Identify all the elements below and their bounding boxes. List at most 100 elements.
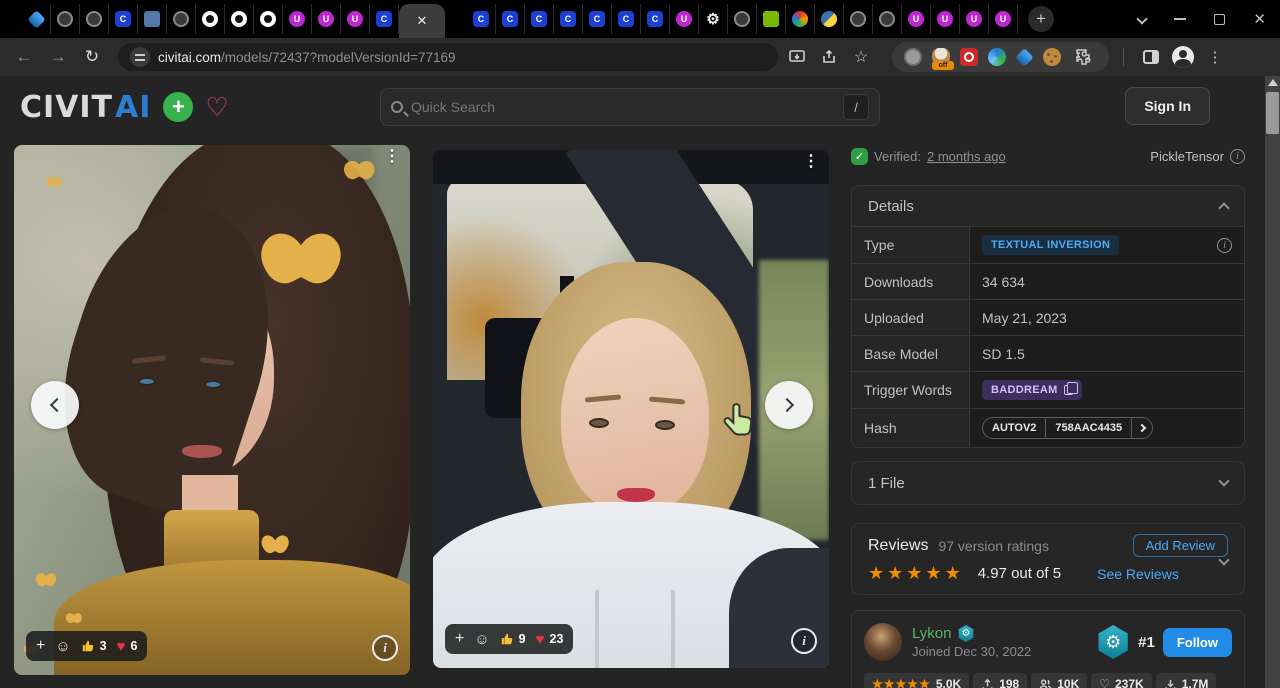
image-menu-icon[interactable]: ⋮ — [803, 158, 819, 166]
browser-tab-palette[interactable] — [786, 4, 815, 34]
browser-tab-python[interactable] — [815, 4, 844, 34]
chrome-menu-icon[interactable]: ⋮ — [1202, 44, 1228, 70]
new-tab-button[interactable]: + — [1028, 6, 1054, 32]
url-text[interactable]: civitai.com/models/72437?modelVersionId=… — [158, 50, 456, 65]
browser-tab-gear[interactable] — [699, 4, 728, 34]
browser-tab-globe[interactable] — [844, 4, 873, 34]
browser-tab-ultra[interactable] — [283, 4, 312, 34]
thumbs-up-reaction[interactable]: 9 — [500, 632, 526, 646]
browser-tab-civitai[interactable] — [641, 4, 670, 34]
browser-tab-globe[interactable] — [873, 4, 902, 34]
copy-icon[interactable] — [1064, 385, 1073, 395]
add-reaction-icon[interactable]: + — [36, 637, 45, 655]
browser-tab-globe[interactable] — [51, 4, 80, 34]
heart-reaction[interactable]: ♥ 6 — [117, 638, 138, 655]
browser-tab-ultra[interactable] — [931, 4, 960, 34]
search-input[interactable]: Quick Search / — [380, 88, 880, 126]
details-header[interactable]: Details — [852, 186, 1244, 226]
browser-tab-github[interactable] — [196, 4, 225, 34]
creator-uploads-stat[interactable]: 198 — [973, 673, 1027, 688]
close-window-icon[interactable]: ✕ — [1253, 10, 1266, 28]
scrollbar-thumb[interactable] — [1266, 92, 1279, 134]
support-heart-icon[interactable]: ♡ — [205, 92, 228, 123]
install-app-icon[interactable] — [784, 44, 810, 70]
reload-icon[interactable]: ↻ — [78, 43, 106, 71]
trigger-word-badge[interactable]: BADDREAM — [982, 380, 1082, 400]
bookmark-star-icon[interactable]: ☆ — [848, 44, 874, 70]
active-tab[interactable]: ✕ — [399, 4, 445, 38]
side-panel-icon[interactable] — [1138, 44, 1164, 70]
browser-tab-civitai[interactable] — [496, 4, 525, 34]
hash-type[interactable]: AUTOV2 — [983, 418, 1045, 438]
browser-tab-ultra[interactable] — [960, 4, 989, 34]
creator-likes-stat[interactable]: ♡ 237K — [1091, 673, 1151, 688]
minimize-icon[interactable] — [1174, 18, 1186, 20]
smiley-reaction-icon[interactable]: ☺ — [474, 631, 489, 648]
browser-tab-civitai[interactable] — [109, 4, 138, 34]
browser-tab-grid[interactable] — [138, 4, 167, 34]
forward-icon[interactable]: → — [44, 43, 72, 71]
back-icon[interactable]: ← — [10, 43, 38, 71]
browser-tab-civitai[interactable] — [525, 4, 554, 34]
type-badge[interactable]: TEXTUAL INVERSION — [982, 235, 1119, 255]
creator-name[interactable]: Lykon — [912, 625, 951, 642]
thumbs-up-reaction[interactable]: 3 — [81, 639, 107, 653]
creator-rating-stat[interactable]: ★★★★★ 5.0K — [864, 673, 969, 688]
browser-tab-civitai[interactable] — [583, 4, 612, 34]
restore-icon[interactable] — [1214, 14, 1225, 25]
follow-button[interactable]: Follow — [1163, 628, 1232, 657]
hash-value[interactable]: 758AAC4435 — [1045, 418, 1131, 438]
creator-avatar[interactable] — [864, 623, 902, 661]
browser-tab-civitai[interactable] — [467, 4, 496, 34]
carousel-prev-button[interactable] — [31, 381, 79, 429]
tab-search-icon[interactable] — [1137, 13, 1148, 24]
profile-avatar-icon[interactable] — [1170, 44, 1196, 70]
browser-tab-civitai[interactable] — [612, 4, 641, 34]
extension-cookie-icon[interactable] — [1043, 48, 1061, 66]
type-info-icon[interactable]: i — [1217, 238, 1232, 253]
browser-tab-globe[interactable] — [80, 4, 109, 34]
share-icon[interactable] — [816, 44, 842, 70]
browser-tab-civitai[interactable] — [370, 4, 399, 34]
browser-tab-github[interactable] — [225, 4, 254, 34]
url-bar[interactable]: civitai.com/models/72437?modelVersionId=… — [118, 43, 778, 71]
smiley-reaction-icon[interactable]: ☺ — [55, 638, 70, 655]
heart-reaction[interactable]: ♥ 23 — [536, 631, 564, 648]
verified-time-link[interactable]: 2 months ago — [927, 149, 1006, 164]
browser-tab-ultra[interactable] — [670, 4, 699, 34]
browser-tab-civitai[interactable] — [554, 4, 583, 34]
hash-pill[interactable]: AUTOV2 758AAC4435 — [982, 417, 1153, 439]
image-menu-icon[interactable]: ⋮ — [384, 153, 400, 161]
browser-tab-ultra[interactable] — [989, 4, 1018, 34]
extensions-puzzle-icon[interactable] — [1071, 44, 1097, 70]
creator-downloads-stat[interactable]: 1.7M — [1156, 673, 1217, 688]
browser-tab-nvidia[interactable] — [757, 4, 786, 34]
browser-tab-ultra[interactable] — [341, 4, 370, 34]
see-reviews-link[interactable]: See Reviews — [1097, 566, 1179, 582]
add-review-button[interactable]: Add Review — [1133, 534, 1228, 557]
image-info-icon[interactable]: i — [372, 635, 398, 661]
hash-expand-icon[interactable] — [1131, 418, 1152, 438]
image-info-icon[interactable]: i — [791, 628, 817, 654]
browser-tab-ultra[interactable] — [902, 4, 931, 34]
extension-fire-icon[interactable]: off — [932, 48, 950, 66]
format-info-icon[interactable]: i — [1230, 149, 1245, 164]
page-scrollbar[interactable] — [1265, 76, 1280, 688]
scroll-up-arrow[interactable] — [1268, 79, 1278, 86]
tab-close-icon[interactable]: ✕ — [417, 13, 428, 29]
add-reaction-icon[interactable]: + — [455, 630, 464, 648]
create-button[interactable]: + — [163, 92, 193, 122]
browser-tab-github[interactable] — [254, 4, 283, 34]
extension-globe-icon[interactable] — [904, 48, 922, 66]
browser-tab-ultra[interactable] — [312, 4, 341, 34]
carousel-next-button[interactable] — [765, 381, 813, 429]
extension-red-o-icon[interactable] — [960, 48, 978, 66]
extension-gem-icon[interactable] — [1015, 48, 1033, 66]
site-info-icon[interactable] — [130, 47, 150, 67]
civitai-logo[interactable]: CIVITAI — [20, 90, 151, 125]
extension-drive-icon[interactable] — [988, 48, 1006, 66]
browser-tab-globe[interactable] — [167, 4, 196, 34]
files-header[interactable]: 1 File — [852, 462, 1244, 504]
creator-followers-stat[interactable]: 10K — [1031, 673, 1087, 688]
browser-tab-globe[interactable] — [728, 4, 757, 34]
